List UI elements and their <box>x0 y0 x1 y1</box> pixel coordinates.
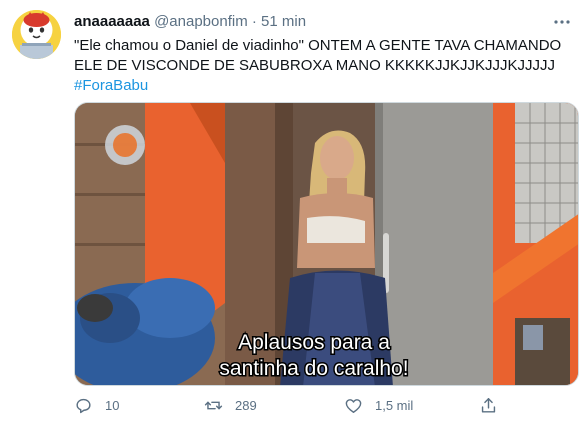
retweet-button[interactable]: 289 <box>204 396 257 415</box>
caption-line-1: Aplausos para a <box>238 331 390 354</box>
caption-line-2: santinha do caralho! <box>219 357 408 380</box>
retweet-count: 289 <box>235 398 257 413</box>
more-button[interactable] <box>548 8 576 36</box>
reply-button[interactable]: 10 <box>74 396 119 415</box>
display-name[interactable]: anaaaaaaa <box>74 13 150 30</box>
more-icon <box>554 20 570 24</box>
timestamp[interactable]: 51 min <box>261 13 306 30</box>
tweet-header: anaaaaaaa @anapbonfim · 51 min <box>74 13 306 31</box>
media-image: Aplausos para a santinha do caralho! <box>75 103 578 385</box>
handle[interactable]: @anapbonfim <box>154 13 248 30</box>
tweet-text: "Ele chamou o Daniel de viadinho" ONTEM … <box>74 36 564 96</box>
reply-count: 10 <box>105 398 120 413</box>
hashtag-link[interactable]: #ForaBabu <box>74 77 148 94</box>
tweet-body: "Ele chamou o Daniel de viadinho" ONTEM … <box>74 37 562 74</box>
reply-icon <box>76 398 91 414</box>
retweet-icon <box>204 401 223 410</box>
separator: · <box>251 13 257 30</box>
like-button[interactable]: 1,5 mil <box>344 396 413 415</box>
like-icon <box>345 399 362 413</box>
like-count: 1,5 mil <box>375 398 414 413</box>
share-button[interactable] <box>479 396 510 415</box>
action-bar: 10 289 1,5 mil <box>74 396 504 420</box>
tweet[interactable]: anaaaaaaa @anapbonfim · 51 min "Ele cham… <box>0 0 584 424</box>
avatar[interactable] <box>12 10 61 59</box>
avatar-image <box>12 10 61 59</box>
tweet-media[interactable]: Aplausos para a santinha do caralho! <box>74 102 579 386</box>
share-icon <box>481 398 496 413</box>
